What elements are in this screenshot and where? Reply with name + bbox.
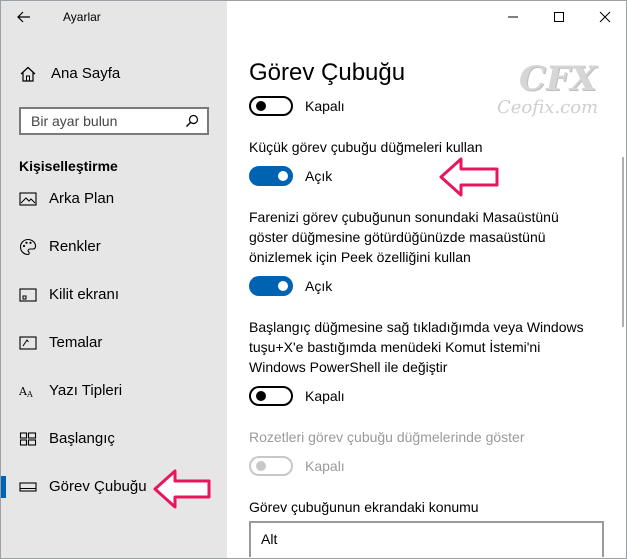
taskbar-icon [19, 482, 37, 492]
page-title: Görev Çubuğu [249, 59, 406, 86]
toggle-state-label: Kapalı [305, 458, 345, 474]
maximize-button[interactable] [536, 1, 582, 33]
window-controls [490, 1, 626, 33]
search-input[interactable]: Bir ayar bulun [19, 107, 209, 135]
search-placeholder: Bir ayar bulun [31, 113, 118, 129]
toggle-setting-0[interactable] [249, 96, 293, 116]
position-label: Görev çubuğunun ekrandaki konumu [249, 499, 479, 515]
close-button[interactable] [582, 1, 626, 33]
taskbar-position-select[interactable]: Alt [249, 521, 604, 557]
main-panel: Görev Çubuğu CFX Ceofix.com Kapalı Küçük… [227, 1, 626, 558]
setting-description: Rozetleri görev çubuğu düğmelerinde göst… [249, 429, 525, 445]
scrollbar[interactable] [616, 37, 626, 557]
setting-description: Farenizi görev çubuğunun sonundaki Masaü… [249, 209, 559, 265]
sidebar-item-label: Görev Çubuğu [49, 478, 147, 495]
sidebar: Ayarlar Ana Sayfa Bir ayar bulun Kişisel… [1, 1, 227, 558]
sidebar-item-label: Kilit ekranı [49, 286, 120, 303]
back-arrow-icon [17, 11, 30, 23]
scroll-thumb[interactable] [622, 157, 624, 327]
sidebar-item-start[interactable]: Başlangıç [1, 419, 227, 459]
sidebar-item-label: Arka Plan [49, 190, 115, 207]
toggle-knob [278, 171, 288, 181]
start-icon [19, 432, 37, 446]
search-icon [186, 114, 199, 127]
close-icon [599, 11, 611, 23]
minimize-icon [508, 16, 518, 18]
pointer-arrow-icon [439, 157, 499, 197]
title-bar: Ayarlar [1, 1, 227, 33]
sidebar-item-background[interactable]: Arka Plan [1, 179, 227, 219]
toggle-badges [249, 456, 293, 476]
selection-indicator [1, 476, 6, 498]
section-title: Kişiselleştirme [19, 158, 118, 174]
svg-text:A: A [26, 390, 33, 399]
settings-window: Ayarlar Ana Sayfa Bir ayar bulun Kişisel… [0, 0, 627, 559]
toggle-knob [256, 461, 266, 471]
setting-description: Küçük görev çubuğu düğmeleri kullan [249, 139, 483, 155]
toggle-knob [256, 101, 266, 111]
toggle-state-label: Açık [305, 278, 333, 294]
nav-home[interactable]: Ana Sayfa [1, 59, 227, 89]
lock-screen-icon [19, 288, 37, 302]
toggle-state-label: Kapalı [305, 98, 345, 114]
sidebar-item-themes[interactable]: Temalar [1, 323, 227, 363]
sidebar-item-colors[interactable]: Renkler [1, 227, 227, 267]
pointer-arrow-icon [153, 469, 211, 509]
minimize-button[interactable] [490, 1, 536, 33]
sidebar-item-label: Yazı Tipleri [49, 382, 123, 399]
nav-home-label: Ana Sayfa [51, 65, 121, 82]
sidebar-item-label: Renkler [49, 238, 101, 255]
watermark: CFX Ceofix.com [489, 59, 609, 129]
toggle-small-taskbar-buttons[interactable] [249, 166, 293, 186]
toggle-powershell[interactable] [249, 386, 293, 406]
toggle-state-label: Açık [305, 168, 333, 184]
home-icon [20, 66, 36, 82]
sidebar-item-lock-screen[interactable]: Kilit ekranı [1, 275, 227, 315]
palette-icon [20, 238, 37, 256]
back-button[interactable] [11, 5, 37, 29]
maximize-icon [554, 12, 564, 22]
sidebar-item-fonts[interactable]: A A Yazı Tipleri [1, 371, 227, 411]
toggle-state-label: Kapalı [305, 388, 345, 404]
toggle-peek[interactable] [249, 276, 293, 296]
themes-icon [19, 336, 37, 350]
toggle-knob [256, 391, 266, 401]
sidebar-item-label: Başlangıç [49, 430, 115, 447]
setting-description: Başlangıç düğmesine sağ tıkladığımda vey… [249, 319, 584, 375]
fonts-icon: A A [19, 385, 33, 399]
sidebar-item-label: Temalar [49, 334, 103, 351]
app-title: Ayarlar [63, 10, 101, 24]
watermark-text: Ceofix.com [497, 97, 599, 118]
toggle-knob [278, 281, 288, 291]
select-value: Alt [261, 531, 278, 547]
picture-icon [19, 192, 37, 206]
watermark-logo: CFX [519, 59, 597, 99]
